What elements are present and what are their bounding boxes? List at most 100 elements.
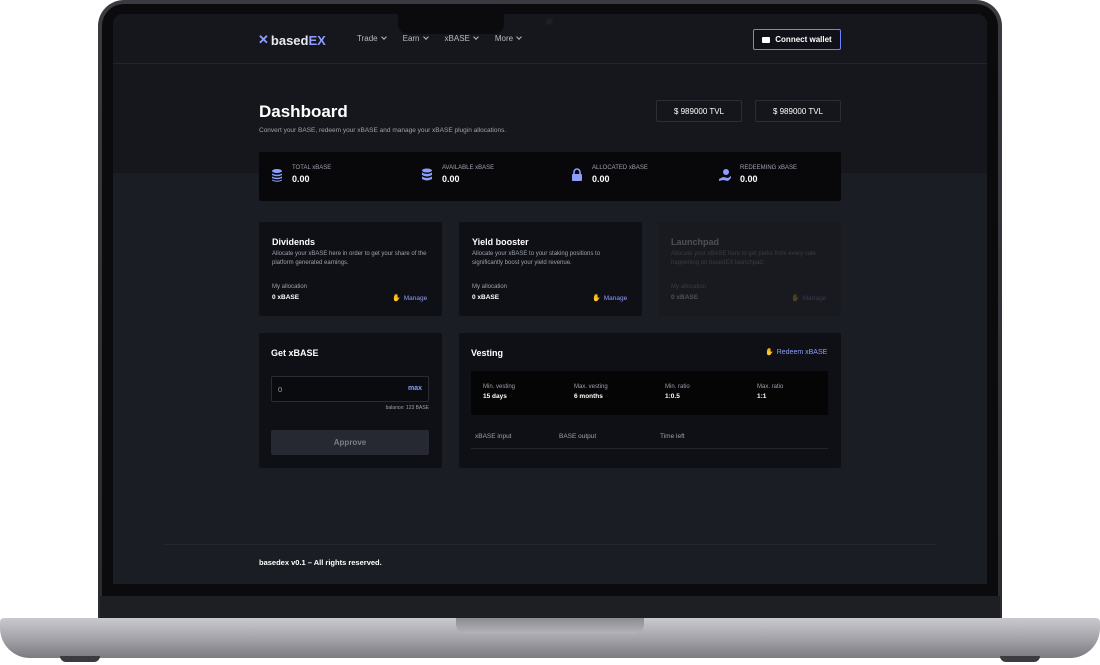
yield-booster-card: Yield booster Allocate your xBASE to you… (459, 222, 642, 316)
lower-bezel (103, 584, 997, 596)
menu-xbase-label: xBASE (444, 34, 470, 43)
vest-label: Max. ratio (757, 384, 784, 390)
logo-text: based (270, 32, 309, 48)
vest-value: 1:1 (757, 393, 767, 400)
stat-total-xbase: TOTAL xBASE 0.00 (271, 165, 331, 184)
hand-coin-icon (719, 169, 731, 181)
redeem-label: Redeem xBASE (776, 348, 828, 356)
laptop-foot-right (1000, 656, 1040, 662)
max-vesting: Max. vesting 6 months (574, 384, 608, 400)
camera-icon (546, 18, 553, 25)
app-screen: ✕ based EX Trade Earn xBASE More Connect … (113, 14, 987, 584)
coins-stack-icon (272, 169, 282, 182)
camera-notch (398, 14, 504, 34)
card-title: Dividends (272, 237, 316, 247)
column-base-output: BASE output (559, 433, 597, 440)
stat-value: 0.00 (592, 174, 610, 184)
allocation-label: My allocation (472, 284, 508, 290)
tvl-badge: $ 989000 TVL (755, 100, 841, 122)
tvl-badge: $ 989000 TVL (656, 100, 742, 122)
hand-icon: ✋ (791, 295, 800, 302)
manage-button[interactable]: ✋ Manage (392, 294, 428, 303)
manage-label: Manage (603, 294, 628, 302)
column-time-left: Time left (660, 433, 685, 440)
amount-input-box: max (271, 376, 429, 402)
vest-value: 1:0.5 (665, 393, 680, 400)
allocation-value: 0 xBASE (671, 294, 699, 301)
page-title: Dashboard (259, 102, 348, 121)
dividends-card: Dividends Allocate your xBASE here in or… (259, 222, 442, 316)
stats-bar: TOTAL xBASE 0.00 AVAILABLE xBASE 0.00 AL… (259, 152, 841, 201)
manage-button: ✋ Manage (791, 294, 827, 303)
connect-wallet-label: Connect wallet (775, 35, 832, 44)
vest-value: 6 months (574, 393, 603, 400)
wallet-icon (762, 36, 771, 43)
launchpad-card: Launchpad Allocate your xBASE here to ge… (658, 222, 841, 316)
vesting-params: Min. vesting 15 days Max. vesting 6 mont… (471, 371, 828, 415)
vest-value: 15 days (483, 393, 507, 400)
menu-trade-label: Trade (357, 34, 378, 43)
main-menu: Trade Earn xBASE More (357, 34, 522, 43)
vest-label: Min. vesting (483, 384, 516, 390)
chevron-down-icon (422, 34, 429, 40)
get-xbase-title: Get xBASE (271, 348, 319, 358)
min-vesting: Min. vesting 15 days (483, 384, 515, 400)
stat-label: REDEEMING xBASE (740, 165, 798, 171)
chevron-down-icon (516, 34, 522, 40)
hinge (100, 596, 1000, 618)
stat-label: AVAILABLE xBASE (442, 165, 495, 171)
min-ratio: Min. ratio 1:0.5 (665, 384, 690, 400)
manage-label: Manage (802, 294, 827, 302)
vest-label: Max. vesting (574, 384, 608, 390)
max-ratio: Max. ratio 1:1 (757, 384, 783, 400)
stat-value: 0.00 (442, 174, 460, 184)
vesting-table-divider (471, 448, 828, 449)
x-logo-icon: ✕ (258, 32, 269, 47)
page-subtitle: Convert your BASE, redeem your xBASE and… (259, 127, 507, 134)
base-notch (456, 618, 644, 634)
card-title: Yield booster (472, 237, 529, 247)
menu-more[interactable]: More (494, 34, 522, 43)
lock-icon (572, 168, 582, 181)
column-xbase-input: xBASE input (475, 433, 512, 440)
amount-input[interactable] (278, 383, 388, 396)
menu-earn[interactable]: Earn (402, 34, 429, 43)
menu-trade[interactable]: Trade (357, 34, 387, 43)
footer-divider (163, 544, 937, 545)
vesting-title: Vesting (471, 348, 504, 358)
card-description: Allocate your xBASE here to get perks fr… (671, 251, 816, 266)
manage-label: Manage (403, 294, 428, 302)
stat-value: 0.00 (292, 174, 310, 184)
manage-button[interactable]: ✋ Manage (592, 294, 628, 303)
max-button[interactable]: max (408, 385, 422, 392)
laptop-foot-left (60, 656, 100, 662)
connect-wallet-button[interactable]: Connect wallet (753, 29, 841, 50)
stat-redeeming-xbase: REDEEMING xBASE 0.00 (719, 165, 797, 184)
redeem-xbase-button[interactable]: ✋ Redeem xBASE (765, 348, 828, 357)
balance-text: balance: 123 BASE (385, 405, 429, 411)
menu-xbase[interactable]: xBASE (444, 34, 479, 43)
allocation-value: 0 xBASE (472, 294, 500, 301)
menu-earn-label: Earn (402, 34, 420, 43)
stat-label: ALLOCATED xBASE (592, 165, 648, 171)
menu-more-label: More (494, 34, 514, 43)
hand-icon: ✋ (592, 295, 601, 302)
logo-accent: EX (308, 32, 326, 48)
footer-text: basedex v0.1 – All rights reserved. (259, 558, 382, 567)
allocation-label: My allocation (272, 284, 308, 290)
database-icon (422, 168, 432, 181)
allocation-label: My allocation (671, 284, 707, 290)
stat-allocated-xbase: ALLOCATED xBASE 0.00 (571, 165, 648, 184)
approve-button[interactable]: Approve (271, 430, 429, 455)
hand-icon: ✋ (392, 295, 401, 302)
vest-label: Min. ratio (665, 384, 690, 390)
logo[interactable]: ✕ based EX (258, 32, 326, 48)
card-description: Allocate your xBASE to your staking posi… (472, 251, 601, 266)
stat-label: TOTAL xBASE (292, 165, 332, 171)
chevron-down-icon (380, 34, 387, 40)
allocation-value: 0 xBASE (272, 294, 300, 301)
stat-value: 0.00 (740, 174, 758, 184)
hand-icon: ✋ (765, 349, 774, 356)
card-title: Launchpad (671, 237, 720, 247)
stat-available-xbase: AVAILABLE xBASE 0.00 (421, 165, 494, 184)
